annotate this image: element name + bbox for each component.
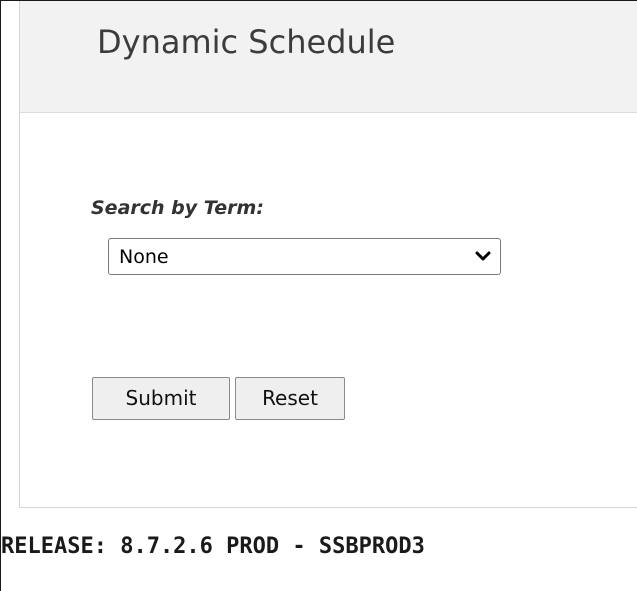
term-select[interactable]: None [108, 238, 501, 275]
release-info: RELEASE: 8.7.2.6 PROD - SSBPROD3 [1, 534, 425, 559]
term-select-value: None [119, 246, 169, 268]
chevron-down-icon [475, 251, 491, 261]
page-frame: Dynamic Schedule Search by Term: None Su… [0, 0, 637, 591]
reset-button[interactable]: Reset [235, 377, 345, 420]
search-term-label: Search by Term: [91, 197, 264, 219]
panel-header: Dynamic Schedule [20, 1, 637, 113]
submit-button[interactable]: Submit [92, 377, 230, 420]
content-panel: Dynamic Schedule Search by Term: None Su… [19, 1, 637, 508]
page-title: Dynamic Schedule [97, 23, 396, 61]
